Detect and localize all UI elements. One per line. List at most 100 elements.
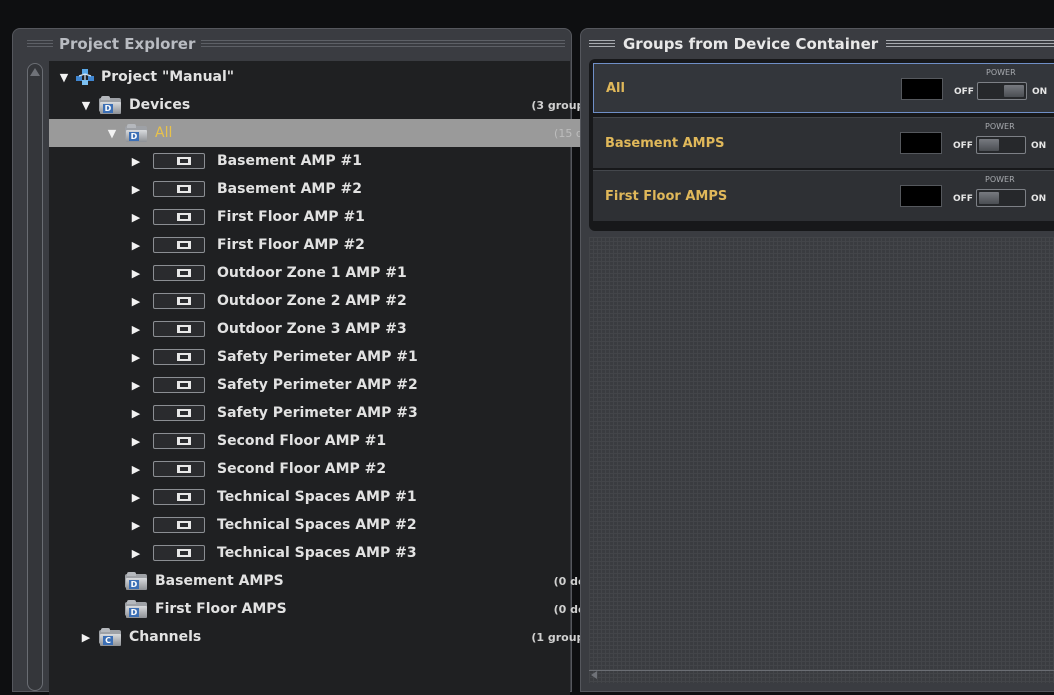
amplifier-device-icon bbox=[153, 433, 205, 449]
tree-item-label: Project "Manual" bbox=[101, 69, 235, 85]
tree-item[interactable]: DFirst Floor AMPS(0 devices) bbox=[49, 595, 626, 623]
tree-item-label: Devices bbox=[129, 97, 191, 113]
power-toggle[interactable] bbox=[976, 136, 1026, 154]
panel-grip-icon bbox=[886, 40, 1054, 48]
scroll-left-arrow-icon[interactable] bbox=[591, 671, 597, 679]
off-label: OFF bbox=[954, 87, 974, 97]
group-level-indicator bbox=[900, 132, 942, 154]
amplifier-device-icon bbox=[153, 405, 205, 421]
expanded-arrow-icon[interactable]: ▼ bbox=[57, 71, 71, 84]
collapsed-arrow-icon[interactable]: ▶ bbox=[129, 239, 143, 252]
collapsed-arrow-icon[interactable]: ▶ bbox=[129, 547, 143, 560]
device-tree-item[interactable]: ▶First Floor AMP #2NPA4000T bbox=[49, 231, 650, 259]
power-label: POWER bbox=[986, 68, 1016, 77]
collapsed-arrow-icon[interactable]: ▶ bbox=[129, 435, 143, 448]
panel-title: Project Explorer bbox=[59, 35, 196, 53]
collapsed-arrow-icon[interactable]: ▶ bbox=[129, 491, 143, 504]
tree-item-label: Safety Perimeter AMP #2 bbox=[217, 377, 418, 393]
device-tree-item[interactable]: ▶Safety Perimeter AMP #3NPA4000T bbox=[49, 399, 650, 427]
on-label: ON bbox=[1032, 87, 1048, 97]
vertical-scrollbar[interactable] bbox=[27, 63, 43, 691]
amplifier-device-icon bbox=[153, 181, 205, 197]
device-tree-item[interactable]: ▶Second Floor AMP #2NPA4000T bbox=[49, 455, 650, 483]
tree-item[interactable]: ▼ Project "Manual" bbox=[49, 63, 578, 91]
group-name: All bbox=[606, 80, 625, 96]
off-label: OFF bbox=[953, 141, 973, 151]
amplifier-device-icon bbox=[153, 489, 205, 505]
tree-item-label: First Floor AMP #1 bbox=[217, 209, 365, 225]
tree-item-label: Basement AMP #2 bbox=[217, 181, 362, 197]
amplifier-device-icon bbox=[153, 153, 205, 169]
panel-title: Groups from Device Container bbox=[623, 35, 879, 53]
folder-icon: C bbox=[99, 628, 121, 646]
groups-list: All POWER OFF ON Basement AMPS POWER OFF ON Firs… bbox=[589, 59, 1054, 231]
group-row[interactable]: All POWER OFF ON bbox=[593, 63, 1054, 113]
horizontal-scrollbar[interactable] bbox=[589, 670, 1054, 681]
toggle-knob[interactable] bbox=[979, 139, 999, 151]
on-label: ON bbox=[1031, 194, 1047, 204]
device-tree-item[interactable]: ▶Technical Spaces AMP #2NPA4000T bbox=[49, 511, 650, 539]
panel-grip-icon bbox=[201, 40, 565, 48]
device-tree-item[interactable]: ▶Basement AMP #1NPA4000T bbox=[49, 147, 650, 175]
expanded-arrow-icon[interactable]: ▼ bbox=[79, 99, 93, 112]
toggle-knob[interactable] bbox=[979, 192, 999, 204]
on-label: ON bbox=[1031, 141, 1047, 151]
panel-grip-icon bbox=[27, 40, 53, 48]
device-tree-item[interactable]: ▶Technical Spaces AMP #1NPA4000T bbox=[49, 483, 650, 511]
amplifier-device-icon bbox=[153, 321, 205, 337]
tree-item[interactable]: ▼ D Devices (3 groups) bbox=[49, 91, 600, 119]
device-tree-item[interactable]: ▶Safety Perimeter AMP #1NPA4000T bbox=[49, 343, 650, 371]
toggle-knob[interactable] bbox=[1004, 85, 1024, 97]
group-level-indicator bbox=[900, 185, 942, 207]
device-tree-item[interactable]: ▶Outdoor Zone 3 AMP #3NPA4000T bbox=[49, 315, 650, 343]
amplifier-device-icon bbox=[153, 265, 205, 281]
device-tree-item[interactable]: ▶First Floor AMP #1NPA4000T bbox=[49, 203, 650, 231]
group-row[interactable]: Basement AMPS POWER OFF ON bbox=[593, 117, 1054, 168]
tree-item-label: Outdoor Zone 1 AMP #1 bbox=[217, 265, 407, 281]
project-explorer-panel: Project Explorer ▼ Project "Manual" ▼ D Devi… bbox=[12, 28, 646, 695]
tree-item[interactable]: ▶ C Channels (1 groups) bbox=[49, 623, 600, 651]
scroll-up-arrow-icon[interactable] bbox=[30, 68, 40, 76]
groups-header: Groups from Device Container bbox=[589, 31, 1054, 57]
device-tree-item[interactable]: ▶Safety Perimeter AMP #2NPA4000T bbox=[49, 371, 650, 399]
project-explorer-header: Project Explorer bbox=[27, 31, 565, 57]
collapsed-arrow-icon[interactable]: ▶ bbox=[129, 463, 143, 476]
collapsed-arrow-icon[interactable]: ▶ bbox=[129, 407, 143, 420]
tree-item-label: Safety Perimeter AMP #1 bbox=[217, 349, 418, 365]
collapsed-arrow-icon[interactable]: ▶ bbox=[129, 295, 143, 308]
power-label: POWER bbox=[985, 122, 1015, 131]
project-tree: ▼ Project "Manual" ▼ D Devices (3 groups) ▼ D Al… bbox=[49, 61, 646, 695]
off-label: OFF bbox=[953, 194, 973, 204]
folder-icon: D bbox=[99, 96, 121, 114]
device-tree-item[interactable]: ▶Technical Spaces AMP #3NPA4000T bbox=[49, 539, 650, 567]
collapsed-arrow-icon[interactable]: ▶ bbox=[129, 351, 143, 364]
power-label: POWER bbox=[985, 175, 1015, 184]
power-toggle[interactable] bbox=[976, 189, 1026, 207]
tree-item[interactable]: DBasement AMPS(0 devices) bbox=[49, 567, 626, 595]
collapsed-arrow-icon[interactable]: ▶ bbox=[129, 183, 143, 196]
collapsed-arrow-icon[interactable]: ▶ bbox=[129, 267, 143, 280]
tree-item-label: Technical Spaces AMP #3 bbox=[217, 545, 417, 561]
collapsed-arrow-icon[interactable]: ▶ bbox=[129, 379, 143, 392]
amplifier-device-icon bbox=[153, 377, 205, 393]
tree-item-label: Second Floor AMP #1 bbox=[217, 433, 387, 449]
collapsed-arrow-icon[interactable]: ▶ bbox=[79, 631, 93, 644]
collapsed-arrow-icon[interactable]: ▶ bbox=[129, 323, 143, 336]
device-tree-item[interactable]: ▶Outdoor Zone 1 AMP #1NPA4000T bbox=[49, 259, 650, 287]
tree-item[interactable]: ▼DAll(15 devices) bbox=[49, 119, 626, 147]
group-row[interactable]: First Floor AMPS POWER OFF ON bbox=[593, 170, 1054, 221]
device-tree-item[interactable]: ▶Basement AMP #2NPA4000T bbox=[49, 175, 650, 203]
tree-item-label: Basement AMPS bbox=[155, 573, 284, 589]
project-icon bbox=[75, 68, 95, 86]
device-tree-item[interactable]: ▶Outdoor Zone 2 AMP #2NPA4000T bbox=[49, 287, 650, 315]
power-toggle[interactable] bbox=[977, 82, 1027, 100]
collapsed-arrow-icon[interactable]: ▶ bbox=[129, 155, 143, 168]
collapsed-arrow-icon[interactable]: ▶ bbox=[129, 211, 143, 224]
tree-item-label: First Floor AMP #2 bbox=[217, 237, 365, 253]
amplifier-device-icon bbox=[153, 237, 205, 253]
amplifier-device-icon bbox=[153, 293, 205, 309]
tree-item-label: All bbox=[155, 125, 173, 141]
collapsed-arrow-icon[interactable]: ▶ bbox=[129, 519, 143, 532]
expanded-arrow-icon[interactable]: ▼ bbox=[105, 127, 119, 140]
device-tree-item[interactable]: ▶Second Floor AMP #1NPA4000T bbox=[49, 427, 650, 455]
